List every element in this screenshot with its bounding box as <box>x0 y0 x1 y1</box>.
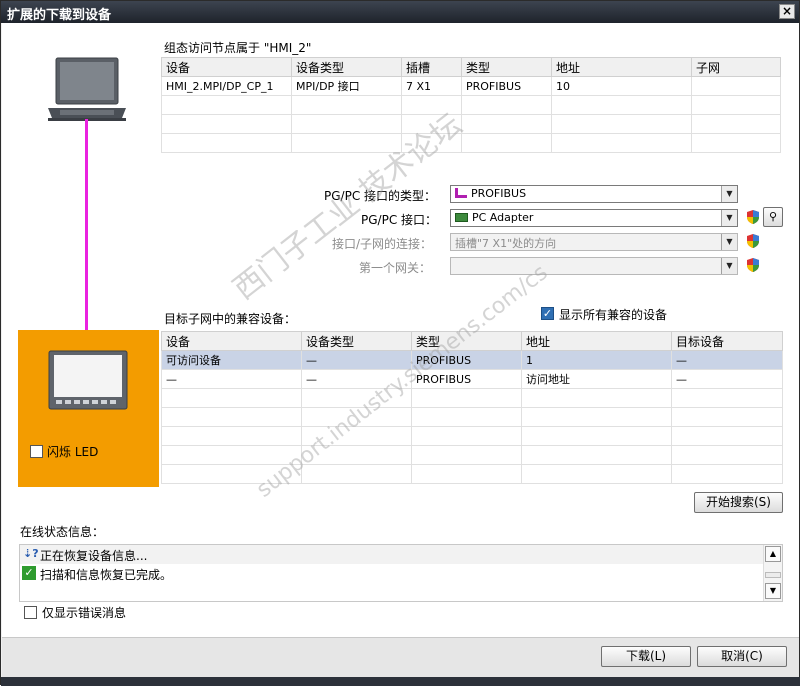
pgpc-iface-select[interactable]: PC Adapter ▼ <box>450 209 738 227</box>
chevron-down-icon[interactable]: ▼ <box>721 258 737 274</box>
flash-led-label: 闪烁 LED <box>47 445 99 459</box>
list-item: ✓ 扫描和信息恢复已完成。 <box>20 564 764 583</box>
cell-device-type: — <box>301 369 412 389</box>
title-bar: 扩展的下载到设备 × <box>1 1 799 23</box>
status-message: 扫描和信息恢复已完成。 <box>40 568 173 582</box>
scroll-up-button[interactable]: ▲ <box>765 546 781 562</box>
cell-type: PROFIBUS <box>411 350 522 370</box>
list-item: ⇣? 正在恢复设备信息... <box>20 545 764 564</box>
start-search-button[interactable]: 开始搜索(S) <box>694 492 783 513</box>
check-icon: ✓ <box>22 566 36 580</box>
col-device: 设备 <box>161 57 292 77</box>
dialog-content: 组态访问节点属于 "HMI_2" 设备 设备类型 插槽 类型 地址 子网 HMI… <box>2 23 799 666</box>
table-row[interactable]: — — PROFIBUS 访问地址 — <box>161 369 783 389</box>
col-type: 类型 <box>411 331 522 351</box>
target-heading: 目标子网中的兼容设备： <box>164 312 297 326</box>
properties-button[interactable]: ⚲ <box>763 207 783 227</box>
adapter-icon <box>455 213 468 222</box>
table-row[interactable]: HMI_2.MPI/DP_CP_1 MPI/DP 接口 7 X1 PROFIBU… <box>161 76 781 96</box>
shield-icon <box>747 234 759 248</box>
connection-line <box>85 119 88 355</box>
configured-access-heading: 组态访问节点属于 "HMI_2" <box>164 41 312 55</box>
only-errors-label: 仅显示错误消息 <box>42 606 127 620</box>
table-row <box>161 133 781 153</box>
cell-address: 1 <box>521 350 672 370</box>
col-address: 地址 <box>521 331 672 351</box>
hmi-panel-icon <box>48 350 128 410</box>
pgpc-type-value: PROFIBUS <box>471 187 527 200</box>
cell-address: 10 <box>551 76 692 96</box>
cell-target-device: — <box>671 350 783 370</box>
show-all-label: 显示所有兼容的设备 <box>559 308 668 322</box>
status-list: ⇣? 正在恢复设备信息... ✓ 扫描和信息恢复已完成。 ▲ ▼ <box>19 544 783 602</box>
table-row <box>161 407 783 427</box>
col-device: 设备 <box>161 331 302 351</box>
flash-led-checkbox[interactable] <box>30 445 43 458</box>
cell-device-type: MPI/DP 接口 <box>291 76 402 96</box>
cell-type: PROFIBUS <box>411 369 522 389</box>
cell-slot: 7 X1 <box>401 76 462 96</box>
col-slot: 插槽 <box>401 57 462 77</box>
scroll-down-button[interactable]: ▼ <box>765 583 781 599</box>
scroll-thumb[interactable] <box>765 572 781 578</box>
connection-label: 接口/子网的连接： <box>332 237 433 251</box>
col-subnet: 子网 <box>691 57 781 77</box>
pc-laptop-icon <box>48 57 126 121</box>
cancel-button[interactable]: 取消(C) <box>697 646 787 667</box>
cell-device: HMI_2.MPI/DP_CP_1 <box>161 76 292 96</box>
cell-device: — <box>161 369 302 389</box>
gateway-select[interactable]: ▼ <box>450 257 738 275</box>
shield-icon <box>747 258 759 272</box>
table-row <box>161 445 783 465</box>
chevron-down-icon[interactable]: ▼ <box>721 186 737 202</box>
pgpc-type-select[interactable]: PROFIBUS ▼ <box>450 185 738 203</box>
magnifier-icon: ⚲ <box>768 210 778 223</box>
pgpc-iface-label: PG/PC 接口： <box>361 213 438 227</box>
col-device-type: 设备类型 <box>291 57 402 77</box>
compatible-devices-table: 设备 设备类型 类型 地址 目标设备 可访问设备 — PROFIBUS 1 — … <box>161 331 783 484</box>
col-device-type: 设备类型 <box>301 331 412 351</box>
only-errors-checkbox[interactable] <box>24 606 37 619</box>
cell-type: PROFIBUS <box>461 76 552 96</box>
scrollbar[interactable]: ▲ ▼ <box>763 545 782 601</box>
table-row[interactable]: 可访问设备 — PROFIBUS 1 — <box>161 350 783 370</box>
gateway-label: 第一个网关： <box>359 261 432 275</box>
cell-subnet <box>691 76 781 96</box>
dialog-title: 扩展的下载到设备 <box>7 8 112 23</box>
dialog-footer: 下载(L) 取消(C) <box>2 637 799 677</box>
show-all-checkbox[interactable]: ✓ <box>541 307 554 320</box>
status-message: 正在恢复设备信息... <box>40 549 148 563</box>
chevron-down-icon[interactable]: ▼ <box>721 210 737 226</box>
cell-target-device: — <box>671 369 783 389</box>
cell-address: 访问地址 <box>521 369 672 389</box>
download-button[interactable]: 下载(L) <box>601 646 691 667</box>
progress-icon: ⇣? <box>23 547 39 560</box>
profibus-icon <box>455 188 467 198</box>
pgpc-type-label: PG/PC 接口的类型： <box>324 189 437 203</box>
table-row <box>161 114 781 134</box>
configured-access-table: 设备 设备类型 插槽 类型 地址 子网 HMI_2.MPI/DP_CP_1 MP… <box>161 57 781 153</box>
table-header: 设备 设备类型 插槽 类型 地址 子网 <box>161 57 781 77</box>
col-target-device: 目标设备 <box>671 331 783 351</box>
download-dialog: 扩展的下载到设备 × 组态访问节点属于 "HMI_2" 设备 设备类型 插槽 类… <box>0 0 800 686</box>
col-address: 地址 <box>551 57 692 77</box>
chevron-down-icon[interactable]: ▼ <box>721 234 737 250</box>
cell-device: 可访问设备 <box>161 350 302 370</box>
table-row <box>161 426 783 446</box>
table-header: 设备 设备类型 类型 地址 目标设备 <box>161 331 783 351</box>
table-row <box>161 388 783 408</box>
online-status-heading: 在线状态信息： <box>20 525 105 539</box>
table-row <box>161 464 783 484</box>
shield-icon <box>747 210 759 224</box>
pgpc-iface-value: PC Adapter <box>472 211 534 224</box>
close-button[interactable]: × <box>779 4 795 19</box>
target-device-panel: 闪烁 LED <box>18 330 159 487</box>
cell-device-type: — <box>301 350 412 370</box>
connection-select[interactable]: 插槽"7 X1"处的方向 ▼ <box>450 233 738 251</box>
table-row <box>161 95 781 115</box>
connection-value: 插槽"7 X1"处的方向 <box>455 237 557 250</box>
col-type: 类型 <box>461 57 552 77</box>
